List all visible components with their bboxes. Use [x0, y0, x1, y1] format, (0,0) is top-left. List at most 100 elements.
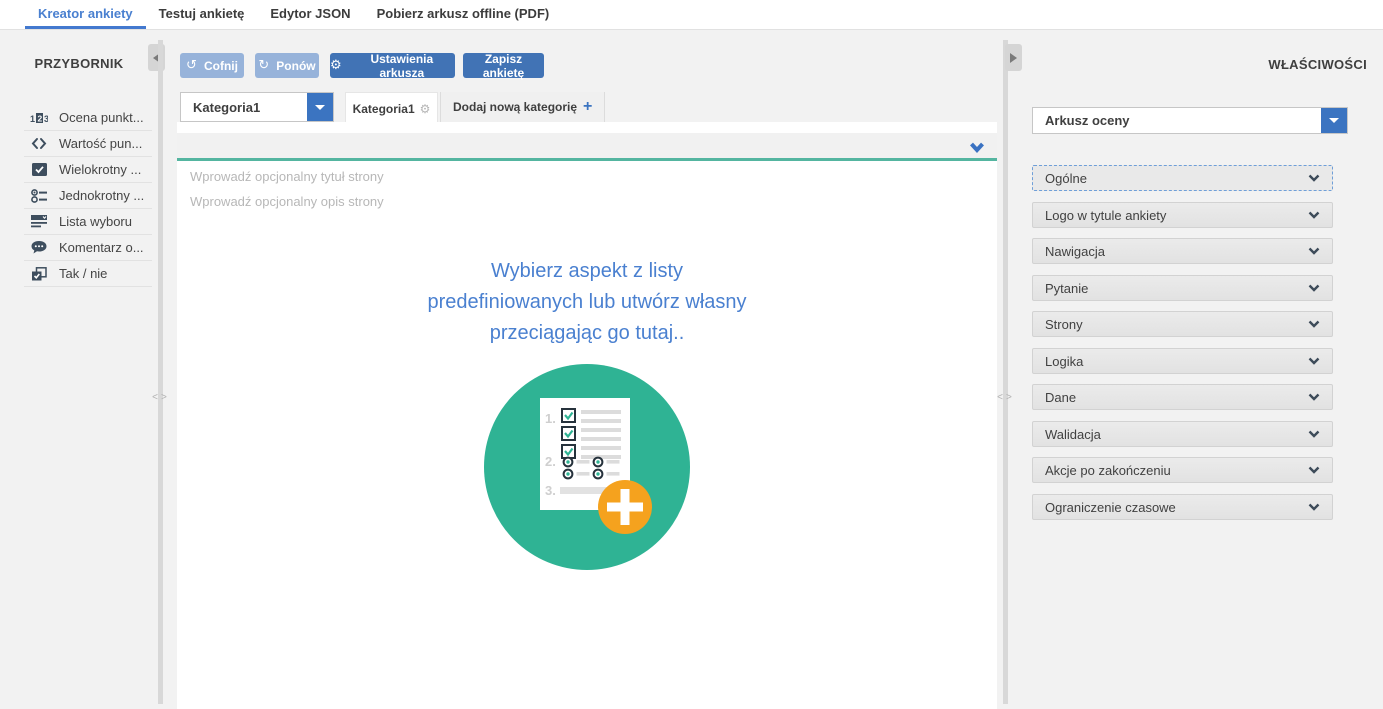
redo-button[interactable]: ↻ Ponów	[255, 53, 319, 78]
selected-object-dropdown-button[interactable]	[1321, 108, 1347, 133]
drop-area-message: Wybierz aspekt z listy predefiniowanych …	[422, 256, 752, 349]
property-section-logo[interactable]: Logo w tytule ankiety	[1032, 202, 1333, 228]
toolbox-item-label: Wartość pun...	[59, 136, 142, 151]
toolbox-item-komentarz[interactable]: Komentarz o...	[24, 235, 152, 261]
undo-button[interactable]: ↺ Cofnij	[180, 53, 244, 78]
save-survey-button[interactable]: Zapisz ankietę	[463, 53, 544, 78]
toolbox-item-label: Lista wyboru	[59, 214, 132, 229]
section-label: Pytanie	[1045, 281, 1308, 296]
gear-icon[interactable]: ⚙	[420, 102, 431, 116]
category-select[interactable]: Kategoria1	[180, 92, 334, 122]
section-label: Ogólne	[1045, 171, 1308, 186]
toolbox-item-label: Ocena punkt...	[59, 110, 144, 125]
chevron-down-icon	[1308, 211, 1320, 219]
chevron-down-icon	[1308, 284, 1320, 292]
page-description-input[interactable]: Wprowadź opcjonalny opis strony	[190, 194, 384, 209]
comment-icon	[30, 240, 48, 256]
section-label: Nawigacja	[1045, 244, 1308, 259]
property-section-ogolne[interactable]: Ogólne	[1032, 165, 1333, 191]
section-label: Strony	[1045, 317, 1308, 332]
chevron-down-icon	[1308, 430, 1320, 438]
toolbox-item-wielokrotny-wybor[interactable]: Wielokrotny ...	[24, 157, 152, 183]
toolbox-item-tak-nie[interactable]: Tak / nie	[24, 261, 152, 287]
page-title-input[interactable]: Wprowadź opcjonalny tytuł strony	[190, 169, 384, 184]
toolbox-item-ocena-punktowa[interactable]: 123 Ocena punkt...	[24, 105, 152, 131]
category-select-value: Kategoria1	[181, 100, 307, 115]
toolbox-item-label: Wielokrotny ...	[59, 162, 141, 177]
property-section-pytanie[interactable]: Pytanie	[1032, 275, 1333, 301]
tab-edytor-json[interactable]: Edytor JSON	[257, 0, 363, 29]
checkbox-icon	[30, 162, 48, 178]
main-tab-bar: Kreator ankiety Testuj ankietę Edytor JS…	[0, 0, 1383, 30]
toolbox-item-lista-wyboru[interactable]: Lista wyboru	[24, 209, 152, 235]
svg-text:1: 1	[30, 114, 35, 124]
sheet-settings-button[interactable]: ⚙ Ustawienia arkusza	[330, 53, 455, 78]
property-section-strony[interactable]: Strony	[1032, 311, 1333, 337]
tab-add-category[interactable]: Dodaj nową kategorię +	[440, 92, 605, 122]
selected-object-value: Arkusz oceny	[1033, 113, 1321, 128]
tab-kreator-ankiety[interactable]: Kreator ankiety	[25, 0, 146, 29]
canvas-top-strip	[177, 122, 997, 133]
chevron-down-icon	[1308, 320, 1320, 328]
section-label: Dane	[1045, 390, 1308, 405]
empty-page-illustration: 1. 2.	[484, 364, 690, 575]
toolbox-item-label: Jednokrotny ...	[59, 188, 144, 203]
section-label: Walidacja	[1045, 427, 1308, 442]
chevron-down-icon	[1308, 503, 1320, 511]
toolbox-item-wartosc-punktowa[interactable]: Wartość pun...	[24, 131, 152, 157]
tab-kategoria1-label: Kategoria1	[353, 102, 415, 116]
left-splitter-resize-icon[interactable]: <>	[150, 392, 172, 403]
gear-icon: ⚙	[330, 58, 342, 73]
section-label: Ograniczenie czasowe	[1045, 500, 1308, 515]
svg-text:2.: 2.	[545, 454, 556, 469]
selected-object-select[interactable]: Arkusz oceny	[1032, 107, 1348, 134]
undo-label: Cofnij	[204, 59, 238, 73]
chevron-down-icon	[1329, 118, 1339, 123]
right-splitter-resize-icon[interactable]: <>	[995, 392, 1017, 403]
toolbox-list: 123 Ocena punkt... Wartość pun... Wielok…	[24, 105, 152, 287]
chevron-down-icon	[1308, 357, 1320, 365]
property-section-akcje-po-zakonczeniu[interactable]: Akcje po zakończeniu	[1032, 457, 1333, 483]
svg-text:1.: 1.	[545, 411, 556, 426]
rating-icon: 123	[30, 110, 48, 126]
svg-text:3: 3	[44, 114, 48, 124]
section-label: Logika	[1045, 354, 1308, 369]
toolbox-item-label: Tak / nie	[59, 266, 107, 281]
toolbox-item-jednokrotny-wybor[interactable]: Jednokrotny ...	[24, 183, 152, 209]
collapse-properties-button[interactable]	[1005, 44, 1022, 71]
property-section-dane[interactable]: Dane	[1032, 384, 1333, 410]
left-splitter[interactable]	[158, 40, 163, 704]
undo-icon: ↺	[186, 58, 197, 73]
page-collapse-chevron[interactable]	[969, 140, 985, 158]
page-header-band	[177, 133, 997, 158]
tab-pobierz-arkusz-offline-pdf[interactable]: Pobierz arkusz offline (PDF)	[364, 0, 563, 29]
chevron-down-icon	[1308, 247, 1320, 255]
chevron-down-icon	[315, 105, 325, 110]
section-label: Logo w tytule ankiety	[1045, 208, 1308, 223]
chevron-down-icon	[1308, 393, 1320, 401]
properties-title: WŁAŚCIWOŚCI	[1100, 57, 1367, 72]
right-splitter[interactable]	[1003, 40, 1008, 704]
toolbox-item-label: Komentarz o...	[59, 240, 144, 255]
svg-text:3.: 3.	[545, 483, 556, 498]
property-section-nawigacja[interactable]: Nawigacja	[1032, 238, 1333, 264]
survey-page[interactable]: Wprowadź opcjonalny tytuł strony Wprowad…	[177, 161, 997, 709]
redo-icon: ↻	[258, 58, 269, 73]
chevron-down-icon	[1308, 174, 1320, 182]
sheet-settings-label: Ustawienia arkusza	[349, 52, 455, 80]
redo-label: Ponów	[276, 59, 315, 73]
property-section-walidacja[interactable]: Walidacja	[1032, 421, 1333, 447]
dropdown-icon	[30, 214, 48, 230]
boolean-icon	[30, 266, 48, 282]
plus-icon: +	[583, 101, 592, 113]
section-label: Akcje po zakończeniu	[1045, 463, 1308, 478]
chevron-down-icon	[1308, 466, 1320, 474]
tab-add-category-label: Dodaj nową kategorię	[453, 100, 577, 114]
property-section-logika[interactable]: Logika	[1032, 348, 1333, 374]
save-survey-label: Zapisz ankietę	[463, 52, 544, 80]
value-icon	[30, 136, 48, 152]
property-section-ograniczenie-czasowe[interactable]: Ograniczenie czasowe	[1032, 494, 1333, 520]
chevron-right-icon	[1010, 53, 1017, 63]
tab-testuj-ankiete[interactable]: Testuj ankietę	[146, 0, 258, 29]
category-select-dropdown-button[interactable]	[307, 93, 333, 121]
